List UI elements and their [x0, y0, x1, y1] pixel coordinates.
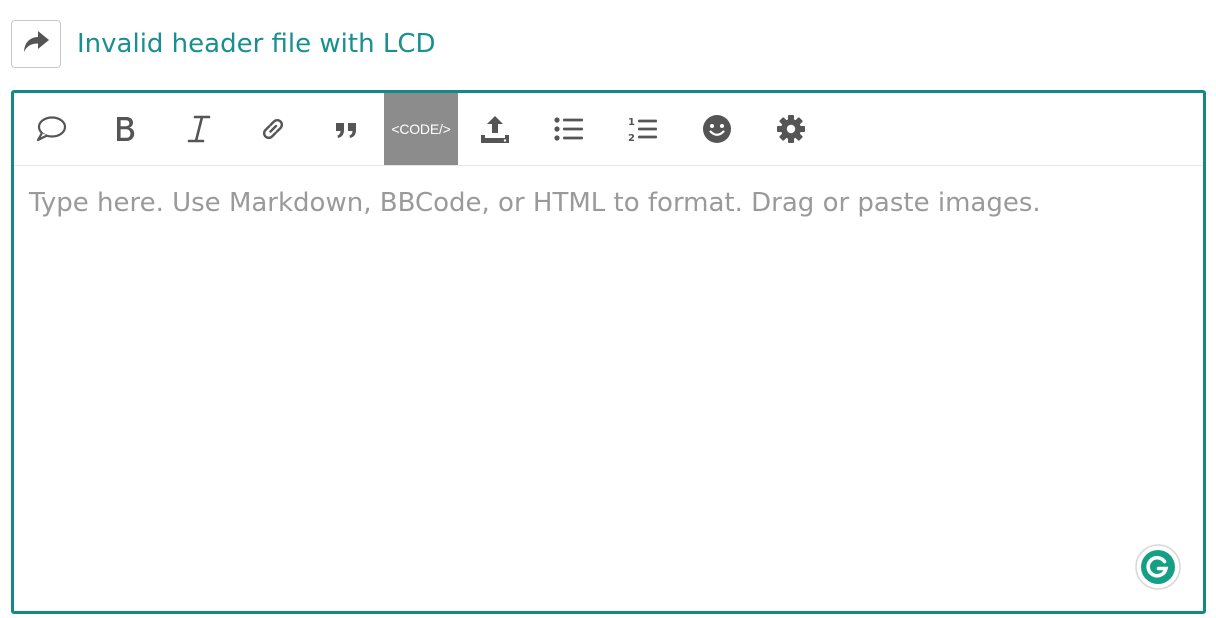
svg-text:2: 2 [628, 133, 635, 144]
numbered-list-button[interactable]: 1 2 [606, 93, 680, 165]
blockquote-button[interactable] [310, 93, 384, 165]
grammarly-icon [1134, 544, 1182, 595]
grammarly-button[interactable] [1134, 543, 1182, 591]
numbered-list-icon: 1 2 [627, 114, 659, 144]
reply-header: Invalid header file with LCD [11, 19, 436, 69]
bulleted-list-icon [553, 115, 585, 143]
quote-reply-icon [34, 114, 68, 144]
quote-reply-button[interactable] [14, 93, 88, 165]
link-icon [257, 114, 289, 144]
bold-button[interactable] [88, 93, 162, 165]
italic-button[interactable] [162, 93, 236, 165]
share-arrow-icon [21, 29, 51, 59]
reply-button[interactable] [11, 20, 61, 68]
gear-icon [775, 113, 807, 145]
emoji-button[interactable] [680, 93, 754, 165]
link-button[interactable] [236, 93, 310, 165]
composer-editor: <CODE/> 1 2 Type here. Use Markdown, BBC… [11, 90, 1206, 614]
reply-textarea[interactable] [14, 166, 1203, 611]
code-icon: <CODE/> [391, 121, 451, 137]
svg-text:1: 1 [628, 117, 635, 128]
settings-button[interactable] [754, 93, 828, 165]
emoji-icon [701, 113, 733, 145]
bold-icon [112, 114, 138, 144]
upload-icon [478, 113, 512, 145]
code-button[interactable]: <CODE/> [384, 93, 458, 165]
upload-button[interactable] [458, 93, 532, 165]
italic-icon [186, 114, 212, 144]
editor-toolbar: <CODE/> 1 2 [14, 93, 1203, 166]
bulleted-list-button[interactable] [532, 93, 606, 165]
blockquote-icon [332, 116, 362, 142]
topic-title-link[interactable]: Invalid header file with LCD [77, 31, 436, 57]
